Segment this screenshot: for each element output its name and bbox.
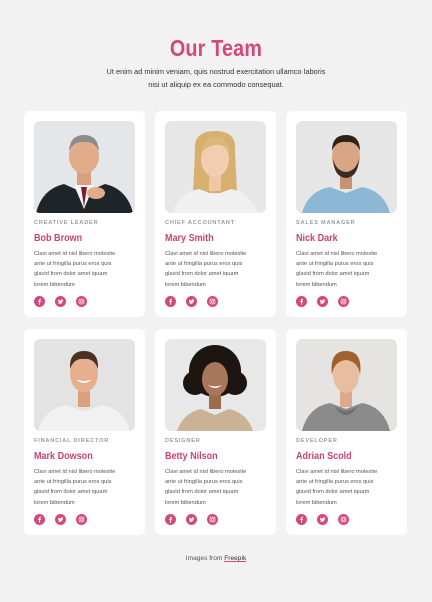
member-name: Adrian Scold <box>296 450 352 462</box>
member-role: CREATIVE LEADER <box>34 220 99 226</box>
member-name: Bob Brown <box>34 232 83 244</box>
subtitle-line: Ut enim ad minim veniam, quis nostrud ex… <box>106 67 326 76</box>
facebook-icon[interactable] <box>165 514 176 525</box>
team-card-adrian-scold: DEVELOPER Adrian Scold Clavi amet id nis… <box>286 329 407 535</box>
member-role: SALES MANAGER <box>296 220 356 226</box>
portrait-image <box>34 121 135 213</box>
member-role: CHIEF ACCOUNTANT <box>165 220 235 226</box>
description-line: glavid from dolor amet iquam <box>34 489 108 496</box>
description-line: ante ut fringilla purus eros quis <box>296 479 374 486</box>
description-line: lorem bibendum <box>165 281 206 288</box>
portrait-image <box>165 339 266 431</box>
description-line: ante ut fringilla purus eros quis <box>296 261 374 268</box>
description-line: Clavi amet id nisl libero molestie <box>165 469 247 475</box>
instagram-icon[interactable] <box>76 296 87 307</box>
member-description: Clavi amet id nisl libero molestie ante … <box>296 249 399 290</box>
facebook-icon[interactable] <box>165 296 176 307</box>
instagram-icon[interactable] <box>207 296 218 307</box>
portrait-image <box>296 121 397 213</box>
member-name: Nick Dark <box>296 232 338 244</box>
social-links <box>34 514 87 525</box>
instagram-icon[interactable] <box>338 514 349 525</box>
member-photo <box>165 339 266 431</box>
member-name: Betty Nilson <box>165 450 218 462</box>
twitter-icon[interactable] <box>186 514 197 525</box>
instagram-icon[interactable] <box>338 296 349 307</box>
team-card-bob-brown: CREATIVE LEADER Bob Brown Clavi amet id … <box>24 111 145 317</box>
member-description: Clavi amet id nisl libero molestie ante … <box>34 249 137 290</box>
description-line: Clavi amet id nisl libero molestie <box>165 251 247 257</box>
facebook-icon[interactable] <box>34 514 45 525</box>
image-credit: Images from Freepik <box>0 555 432 562</box>
description-line: lorem bibendum <box>34 281 75 288</box>
member-description: Clavi amet id nisl libero molestie ante … <box>165 467 268 508</box>
member-description: Clavi amet id nisl libero molestie ante … <box>296 467 399 508</box>
description-line: lorem bibendum <box>165 499 206 506</box>
description-line: Clavi amet id nisl libero molestie <box>34 251 116 257</box>
member-name: Mary Smith <box>165 232 214 244</box>
description-line: ante ut fringilla purus eros quis <box>165 261 243 268</box>
description-line: lorem bibendum <box>296 281 337 288</box>
social-links <box>34 296 87 307</box>
member-role: DESIGNER <box>165 438 201 444</box>
member-photo <box>34 121 135 213</box>
description-line: Clavi amet id nisl libero molestie <box>296 469 378 475</box>
member-photo <box>296 339 397 431</box>
facebook-icon[interactable] <box>296 296 307 307</box>
instagram-icon[interactable] <box>207 514 218 525</box>
freepik-link[interactable]: Freepik <box>224 555 246 562</box>
social-links <box>165 296 218 307</box>
description-line: glavid from dolor amet iquam <box>296 271 370 278</box>
facebook-icon[interactable] <box>34 296 45 307</box>
description-line: glavid from dolor amet iquam <box>165 271 239 278</box>
social-links <box>165 514 218 525</box>
member-photo <box>296 121 397 213</box>
member-description: Clavi amet id nisl libero molestie ante … <box>165 249 268 290</box>
description-line: Clavi amet id nisl libero molestie <box>34 469 116 475</box>
twitter-icon[interactable] <box>317 514 328 525</box>
twitter-icon[interactable] <box>317 296 328 307</box>
description-line: glavid from dolor amet iquam <box>165 489 239 496</box>
description-line: lorem bibendum <box>296 499 337 506</box>
instagram-icon[interactable] <box>76 514 87 525</box>
team-card-betty-nilson: DESIGNER Betty Nilson Clavi amet id nisl… <box>155 329 276 535</box>
page-subtitle: Ut enim ad minim veniam, quis nostrud ex… <box>60 66 372 91</box>
team-card-mark-dowson: FINANCIAL DIRECTOR Mark Dowson Clavi ame… <box>24 329 145 535</box>
member-photo <box>34 339 135 431</box>
description-line: glavid from dolor amet iquam <box>34 271 108 278</box>
member-role: DEVELOPER <box>296 438 338 444</box>
social-links <box>296 514 349 525</box>
description-line: Clavi amet id nisl libero molestie <box>296 251 378 257</box>
social-links <box>296 296 349 307</box>
credit-text: Images from <box>185 555 223 562</box>
description-line: ante ut fringilla purus eros quis <box>34 261 112 268</box>
twitter-icon[interactable] <box>55 514 66 525</box>
portrait-image <box>165 121 266 213</box>
portrait-image <box>296 339 397 431</box>
member-photo <box>165 121 266 213</box>
description-line: glavid from dolor amet iquam <box>296 489 370 496</box>
page-title: Our Team <box>169 35 263 61</box>
twitter-icon[interactable] <box>55 296 66 307</box>
subtitle-line: nisi ut aliquip ex ea commodo consequat. <box>148 79 284 89</box>
twitter-icon[interactable] <box>186 296 197 307</box>
team-card-nick-dark: SALES MANAGER Nick Dark Clavi amet id ni… <box>286 111 407 317</box>
description-line: ante ut fringilla purus eros quis <box>165 479 243 486</box>
facebook-icon[interactable] <box>296 514 307 525</box>
member-description: Clavi amet id nisl libero molestie ante … <box>34 467 137 508</box>
portrait-image <box>34 339 135 431</box>
description-line: ante ut fringilla purus eros quis <box>34 479 112 486</box>
description-line: lorem bibendum <box>34 499 75 506</box>
member-role: FINANCIAL DIRECTOR <box>34 438 110 444</box>
member-name: Mark Dowson <box>34 450 93 462</box>
team-card-mary-smith: CHIEF ACCOUNTANT Mary Smith Clavi amet i… <box>155 111 276 317</box>
